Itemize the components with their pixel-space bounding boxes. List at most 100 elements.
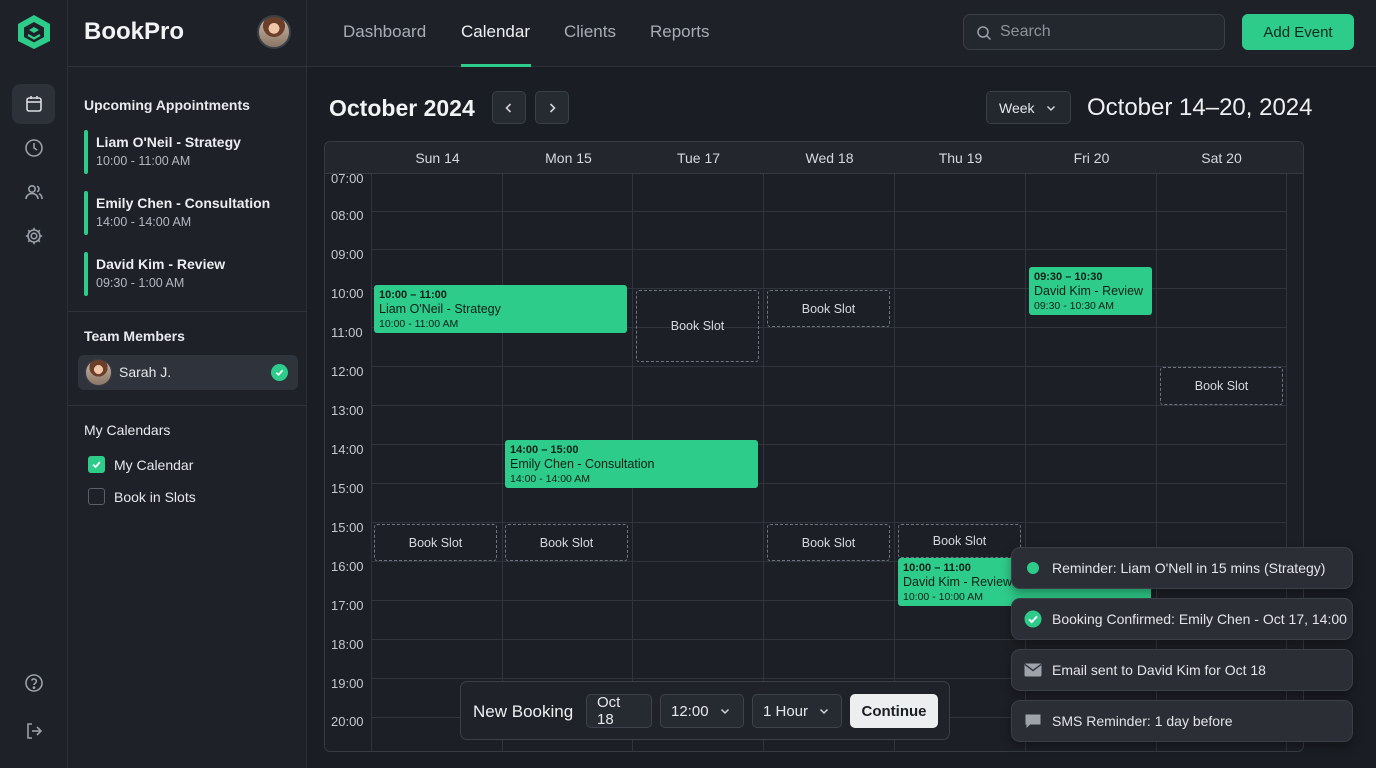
- notification-toast[interactable]: Reminder: Liam O'Nell in 15 mins (Strate…: [1011, 547, 1353, 589]
- divider: [68, 311, 307, 312]
- chat-icon: [1024, 712, 1042, 730]
- booking-time-select[interactable]: 12:00: [660, 694, 744, 728]
- team-member-item[interactable]: Sarah J.: [78, 355, 298, 390]
- logo-icon: [18, 15, 50, 49]
- appointment-title: Liam O'Neil - Strategy: [96, 134, 241, 150]
- tab-reports[interactable]: Reports: [650, 22, 710, 42]
- search-box[interactable]: [963, 14, 1225, 50]
- help-button[interactable]: [12, 663, 55, 703]
- grid-line: [763, 174, 764, 751]
- grid-line: [502, 174, 503, 751]
- calendar-label: My Calendar: [114, 456, 194, 473]
- view-select-value: Week: [999, 99, 1035, 116]
- book-slot[interactable]: Book Slot: [374, 524, 497, 561]
- event-time-range: 10:00 – 11:00: [379, 289, 447, 301]
- check-circle-icon: [1024, 610, 1042, 628]
- tab-clients[interactable]: Clients: [564, 22, 616, 42]
- view-select[interactable]: Week: [986, 91, 1071, 124]
- new-booking-bar: New Booking Oct 18 12:00 1 Hour Continue: [460, 681, 950, 740]
- continue-button[interactable]: Continue: [850, 694, 938, 728]
- check-circle-icon: [271, 364, 288, 381]
- notification-toast[interactable]: Email sent to David Kim for Oct 18: [1011, 649, 1353, 691]
- booking-date-select[interactable]: Oct 18: [586, 694, 652, 728]
- history-nav-button[interactable]: [12, 128, 55, 168]
- date-range-title: October 14–20, 2024: [1087, 94, 1313, 121]
- divider: [68, 66, 307, 67]
- time-label: 07:00: [331, 171, 364, 186]
- dot-icon: [1024, 559, 1042, 577]
- mail-icon: [1024, 661, 1042, 679]
- notification-text: Email sent to David Kim for Oct 18: [1052, 662, 1266, 678]
- next-button[interactable]: [535, 91, 569, 124]
- users-icon: [24, 184, 43, 200]
- appointment-title: David Kim - Review: [96, 256, 226, 272]
- settings-nav-button[interactable]: [12, 216, 55, 256]
- search-input[interactable]: [1000, 15, 1220, 49]
- my-calendars-title: My Calendars: [84, 422, 171, 438]
- calendar-toggle-my-calendar[interactable]: My Calendar: [88, 456, 193, 473]
- event-block[interactable]: 09:30 – 10:30 David Kim - Review 09:30 -…: [1029, 267, 1152, 315]
- time-label: 15:00: [331, 481, 364, 496]
- chevron-down-icon: [820, 708, 829, 715]
- booking-date-value: Oct 18: [597, 694, 621, 728]
- book-slot[interactable]: Book Slot: [1160, 367, 1283, 405]
- upcoming-appointments-title: Upcoming Appointments: [84, 97, 250, 113]
- calendar-toggle-book-in-slots[interactable]: Book in Slots: [88, 488, 196, 505]
- book-slot[interactable]: Book Slot: [767, 524, 890, 561]
- appointment-title: Emily Chen - Consultation: [96, 195, 271, 211]
- book-slot[interactable]: Book Slot: [636, 290, 759, 362]
- appointment-time: 09:30 - 1:00 AM: [96, 276, 185, 290]
- sidebar: BookPro Upcoming Appointments Liam O'Nei…: [68, 0, 307, 768]
- time-label: 18:00: [331, 637, 364, 652]
- booking-duration-select[interactable]: 1 Hour: [752, 694, 842, 728]
- appointment-item[interactable]: David Kim - Review 09:30 - 1:00 AM: [84, 252, 294, 296]
- calendar-label: Book in Slots: [114, 488, 196, 505]
- tab-dashboard[interactable]: Dashboard: [343, 22, 426, 42]
- time-label: 13:00: [331, 403, 364, 418]
- checkbox-checked[interactable]: [88, 456, 105, 473]
- booking-time-value: 12:00: [671, 702, 709, 720]
- search-icon: [977, 26, 992, 41]
- notification-text: Booking Confirmed: Emily Chen - Oct 17, …: [1052, 611, 1347, 627]
- time-label: 12:00: [331, 364, 364, 379]
- appointment-item[interactable]: Liam O'Neil - Strategy 10:00 - 11:00 AM: [84, 130, 294, 174]
- calendar-nav-button[interactable]: [12, 84, 55, 124]
- team-members-title: Team Members: [84, 328, 185, 344]
- book-slot[interactable]: Book Slot: [898, 524, 1021, 558]
- clients-nav-button[interactable]: [12, 172, 55, 212]
- time-label: 15:00: [331, 520, 364, 535]
- notification-toast[interactable]: Booking Confirmed: Emily Chen - Oct 17, …: [1011, 598, 1353, 640]
- logout-button[interactable]: [12, 711, 55, 751]
- event-block[interactable]: 14:00 – 15:00 Emily Chen - Consultation …: [505, 440, 758, 488]
- appointment-time: 10:00 - 11:00 AM: [96, 154, 191, 168]
- book-slot[interactable]: Book Slot: [767, 290, 890, 327]
- book-slot[interactable]: Book Slot: [505, 524, 628, 561]
- booking-duration-value: 1 Hour: [763, 702, 809, 720]
- notification-toast[interactable]: SMS Reminder: 1 day before: [1011, 700, 1353, 742]
- user-avatar[interactable]: [257, 15, 291, 49]
- add-event-button[interactable]: Add Event: [1242, 14, 1354, 50]
- chevron-down-icon: [720, 708, 729, 715]
- tab-calendar[interactable]: Calendar: [461, 22, 530, 42]
- grid-line: [372, 366, 1287, 367]
- prev-button[interactable]: [492, 91, 526, 124]
- checkbox-unchecked[interactable]: [88, 488, 105, 505]
- day-header: Thu 19: [938, 150, 983, 166]
- logout-icon: [26, 723, 42, 739]
- day-header: Sun 14: [415, 150, 460, 166]
- time-label: 19:00: [331, 676, 364, 691]
- calendar-icon: [25, 96, 42, 112]
- notification-text: Reminder: Liam O'Nell in 15 mins (Strate…: [1052, 560, 1326, 576]
- chevron-down-icon: [1046, 105, 1055, 111]
- day-header: Fri 20: [1073, 150, 1110, 166]
- appointment-item[interactable]: Emily Chen - Consultation 14:00 - 14:00 …: [84, 191, 294, 235]
- time-label: 09:00: [331, 247, 364, 262]
- event-title: Emily Chen - Consultation: [510, 457, 655, 471]
- event-block[interactable]: 10:00 – 11:00 Liam O'Neil - Strategy 10:…: [374, 285, 627, 333]
- day-header: Mon 15: [545, 150, 592, 166]
- grid-line: [894, 174, 895, 751]
- notification-text: SMS Reminder: 1 day before: [1052, 713, 1233, 729]
- event-subtitle: 14:00 - 14:00 AM: [510, 473, 590, 485]
- event-subtitle: 10:00 - 11:00 AM: [379, 318, 459, 330]
- app-name: BookPro: [84, 18, 185, 45]
